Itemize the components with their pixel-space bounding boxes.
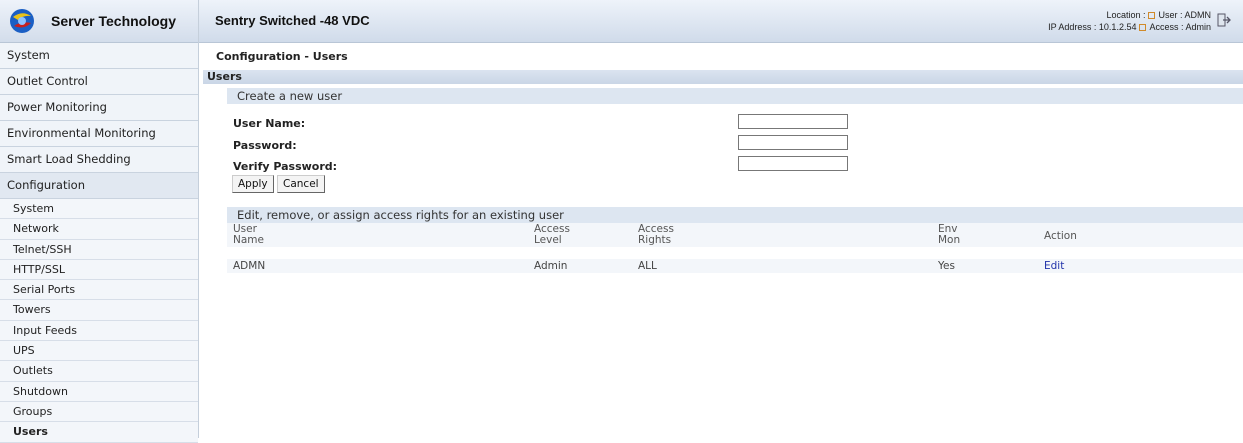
column-header-env-mon: Env Mon xyxy=(938,224,960,246)
brand-bar: Server Technology xyxy=(0,0,198,43)
edit-user-link[interactable]: Edit xyxy=(1044,260,1064,272)
subnav-http-ssl[interactable]: HTTP/SSL xyxy=(0,260,198,281)
column-header-line: Name xyxy=(233,234,264,246)
server-technology-logo-icon xyxy=(10,9,34,33)
column-header-user-name: User Name xyxy=(233,224,264,246)
header-bar: Sentry Switched -48 VDC Location : User :… xyxy=(199,0,1243,43)
cell-user-name: ADMN xyxy=(233,260,266,272)
subnav-users[interactable]: Users xyxy=(0,422,198,443)
separator-dot-icon xyxy=(1139,24,1147,32)
subnav-ups[interactable]: UPS xyxy=(0,341,198,362)
users-table-header xyxy=(227,223,1243,247)
subnav-system[interactable]: System xyxy=(0,199,198,220)
session-status: Location : User : ADMN IP Address : 10.1.… xyxy=(1048,9,1211,33)
column-header-line: Mon xyxy=(938,234,961,246)
nav-system[interactable]: System xyxy=(0,43,198,69)
apply-button[interactable]: Apply xyxy=(232,175,274,193)
password-input[interactable] xyxy=(738,135,848,150)
cell-access-rights: ALL xyxy=(638,260,657,272)
subnav-shutdown[interactable]: Shutdown xyxy=(0,382,198,402)
subnav-network[interactable]: Network xyxy=(0,219,198,240)
subnav-input-feeds[interactable]: Input Feeds xyxy=(0,321,198,342)
cancel-button[interactable]: Cancel xyxy=(277,175,325,193)
cell-env-mon: Yes xyxy=(938,260,955,272)
password-label: Password: xyxy=(233,139,297,152)
location-label: Location : xyxy=(1106,10,1146,20)
nav-outlet-control[interactable]: Outlet Control xyxy=(0,69,198,95)
existing-users-heading: Edit, remove, or assign access rights fo… xyxy=(227,207,1243,223)
create-user-heading: Create a new user xyxy=(227,88,1243,104)
device-title: Sentry Switched -48 VDC xyxy=(215,13,370,28)
table-row xyxy=(227,259,1243,273)
access-label: Access : Admin xyxy=(1149,22,1211,32)
username-label: User Name: xyxy=(233,117,306,130)
subnav-groups[interactable]: Groups xyxy=(0,402,198,423)
column-header-access-rights: Access Rights xyxy=(638,224,674,246)
cell-access-level: Admin xyxy=(534,260,568,272)
nav-power-monitoring[interactable]: Power Monitoring xyxy=(0,95,198,121)
username-input[interactable] xyxy=(738,114,848,129)
nav-configuration[interactable]: Configuration xyxy=(0,173,198,199)
column-header-line: Rights xyxy=(638,234,672,246)
subnav-towers[interactable]: Towers xyxy=(0,300,198,321)
nav-smart-load-shedding[interactable]: Smart Load Shedding xyxy=(0,147,198,173)
main-content: Configuration - Users Users Create a new… xyxy=(199,43,1243,438)
separator-dot-icon xyxy=(1148,12,1156,20)
user-label: User : ADMN xyxy=(1158,10,1211,20)
page-title: Configuration - Users xyxy=(216,50,348,63)
ip-address-label: IP Address : 10.1.2.54 xyxy=(1048,22,1137,32)
brand-name: Server Technology xyxy=(51,13,177,29)
verify-password-input[interactable] xyxy=(738,156,848,171)
logout-icon[interactable] xyxy=(1217,13,1231,27)
nav-environmental-monitoring[interactable]: Environmental Monitoring xyxy=(0,121,198,147)
column-header-action: Action xyxy=(1044,230,1077,242)
verify-password-label: Verify Password: xyxy=(233,160,338,173)
subnav-telnet-ssh[interactable]: Telnet/SSH xyxy=(0,240,198,260)
subnav-outlets[interactable]: Outlets xyxy=(0,361,198,382)
configuration-submenu: System Network Telnet/SSH HTTP/SSL Seria… xyxy=(0,199,198,443)
subnav-serial-ports[interactable]: Serial Ports xyxy=(0,280,198,301)
column-header-access-level: Access Level xyxy=(534,224,570,246)
column-header-line: Level xyxy=(534,234,562,246)
sidebar: Server Technology System Outlet Control … xyxy=(0,0,199,443)
section-header-users: Users xyxy=(203,70,1243,84)
